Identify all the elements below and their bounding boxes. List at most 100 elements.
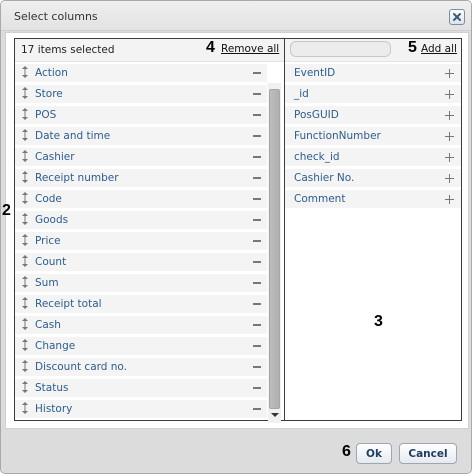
selected-column-item[interactable]: Receipt total — [15, 295, 267, 314]
selected-column-item[interactable]: Change — [15, 337, 267, 356]
column-label: EventID — [294, 67, 336, 79]
drag-handle-icon[interactable] — [22, 108, 28, 120]
available-column-item[interactable]: Cashier No. — [285, 169, 461, 188]
remove-icon[interactable] — [253, 114, 261, 116]
available-column-item[interactable]: EventID — [285, 64, 461, 83]
selected-columns-scrollbar[interactable] — [268, 83, 281, 423]
drag-handle-icon[interactable] — [22, 318, 28, 330]
scrollbar-thumb[interactable] — [269, 89, 280, 409]
selected-columns-header: 17 items selected Remove all — [15, 39, 284, 62]
column-label: History — [35, 403, 73, 415]
remove-icon[interactable] — [253, 303, 261, 305]
drag-handle-icon[interactable] — [22, 255, 28, 267]
available-columns-header: Add all — [285, 39, 461, 62]
callout-3: 3 — [374, 313, 383, 330]
selected-column-item[interactable]: Price — [15, 232, 267, 251]
column-label: _id — [294, 88, 309, 100]
ok-button[interactable]: Ok — [356, 443, 392, 464]
column-label: Sum — [35, 277, 59, 289]
remove-icon[interactable] — [253, 261, 261, 263]
selected-column-item[interactable]: Count — [15, 253, 267, 272]
scroll-down-arrow-icon[interactable] — [271, 413, 279, 417]
drag-handle-icon[interactable] — [22, 129, 28, 141]
callout-4: 4 — [206, 39, 215, 56]
column-label: FunctionNumber — [294, 130, 381, 142]
selected-column-item[interactable]: Cashier — [15, 148, 267, 167]
remove-icon[interactable] — [253, 93, 261, 95]
column-label: Discount card no. — [35, 361, 128, 373]
remove-icon[interactable] — [253, 219, 261, 221]
add-icon[interactable] — [445, 69, 454, 78]
drag-handle-icon[interactable] — [22, 381, 28, 393]
add-icon[interactable] — [445, 132, 454, 141]
add-icon[interactable] — [445, 174, 454, 183]
selected-column-item[interactable]: Goods — [15, 211, 267, 230]
drag-handle-icon[interactable] — [22, 402, 28, 414]
add-all-link[interactable]: Add all — [421, 43, 457, 55]
remove-icon[interactable] — [253, 387, 261, 389]
drag-handle-icon[interactable] — [22, 276, 28, 288]
selected-column-item[interactable]: Action — [15, 64, 267, 83]
selected-column-item[interactable]: Discount card no. — [15, 358, 267, 377]
available-column-item[interactable]: _id — [285, 85, 461, 104]
selected-count-label: 17 items selected — [21, 44, 115, 56]
available-column-item[interactable]: PosGUID — [285, 106, 461, 125]
drag-handle-icon[interactable] — [22, 171, 28, 183]
selected-column-item[interactable]: POS — [15, 106, 267, 125]
remove-icon[interactable] — [253, 282, 261, 284]
drag-handle-icon[interactable] — [22, 213, 28, 225]
drag-handle-icon[interactable] — [22, 192, 28, 204]
remove-all-link[interactable]: Remove all — [221, 43, 279, 55]
column-label: Cashier — [35, 151, 75, 163]
dialog-footer: Ok Cancel — [1, 431, 471, 473]
close-icon — [453, 13, 461, 21]
close-button[interactable] — [449, 9, 465, 25]
available-column-item[interactable]: Comment — [285, 190, 461, 209]
add-icon[interactable] — [445, 153, 454, 162]
drag-handle-icon[interactable] — [22, 360, 28, 372]
column-label: Store — [35, 88, 63, 100]
column-label: Comment — [294, 193, 346, 205]
remove-icon[interactable] — [253, 135, 261, 137]
selected-column-item[interactable]: Receipt number — [15, 169, 267, 188]
remove-icon[interactable] — [253, 366, 261, 368]
remove-icon[interactable] — [253, 72, 261, 74]
remove-icon[interactable] — [253, 345, 261, 347]
drag-handle-icon[interactable] — [22, 87, 28, 99]
available-column-item[interactable]: FunctionNumber — [285, 127, 461, 146]
remove-icon[interactable] — [253, 408, 261, 410]
drag-handle-icon[interactable] — [22, 234, 28, 246]
selected-column-item[interactable]: Cash — [15, 316, 267, 335]
column-label: Action — [35, 67, 68, 79]
search-input[interactable] — [290, 41, 391, 57]
add-icon[interactable] — [445, 90, 454, 99]
drag-handle-icon[interactable] — [22, 339, 28, 351]
remove-icon[interactable] — [253, 198, 261, 200]
selected-column-item[interactable]: Date and time — [15, 127, 267, 146]
column-label: Receipt total — [35, 298, 102, 310]
selected-column-item[interactable]: History — [15, 400, 267, 419]
selected-column-item[interactable]: Sum — [15, 274, 267, 293]
remove-icon[interactable] — [253, 177, 261, 179]
selected-column-item[interactable]: Store — [15, 85, 267, 104]
dialog-title: Select columns — [14, 10, 98, 23]
drag-handle-icon[interactable] — [22, 150, 28, 162]
column-label: check_id — [294, 151, 340, 163]
column-label: POS — [35, 109, 57, 121]
available-column-item[interactable]: check_id — [285, 148, 461, 167]
selected-column-item[interactable]: Code — [15, 190, 267, 209]
drag-handle-icon[interactable] — [22, 297, 28, 309]
available-columns-panel: Add all EventID _id PosGUID FunctionNumber c… — [285, 38, 462, 421]
drag-handle-icon[interactable] — [22, 66, 28, 78]
remove-icon[interactable] — [253, 240, 261, 242]
selected-column-item[interactable]: Status — [15, 379, 267, 398]
callout-6: 6 — [342, 443, 351, 460]
column-label: Price — [35, 235, 61, 247]
remove-icon[interactable] — [253, 324, 261, 326]
remove-icon[interactable] — [253, 156, 261, 158]
add-icon[interactable] — [445, 111, 454, 120]
column-label: Status — [35, 382, 69, 394]
column-label: Count — [35, 256, 67, 268]
cancel-button[interactable]: Cancel — [399, 443, 457, 464]
add-icon[interactable] — [445, 195, 454, 204]
